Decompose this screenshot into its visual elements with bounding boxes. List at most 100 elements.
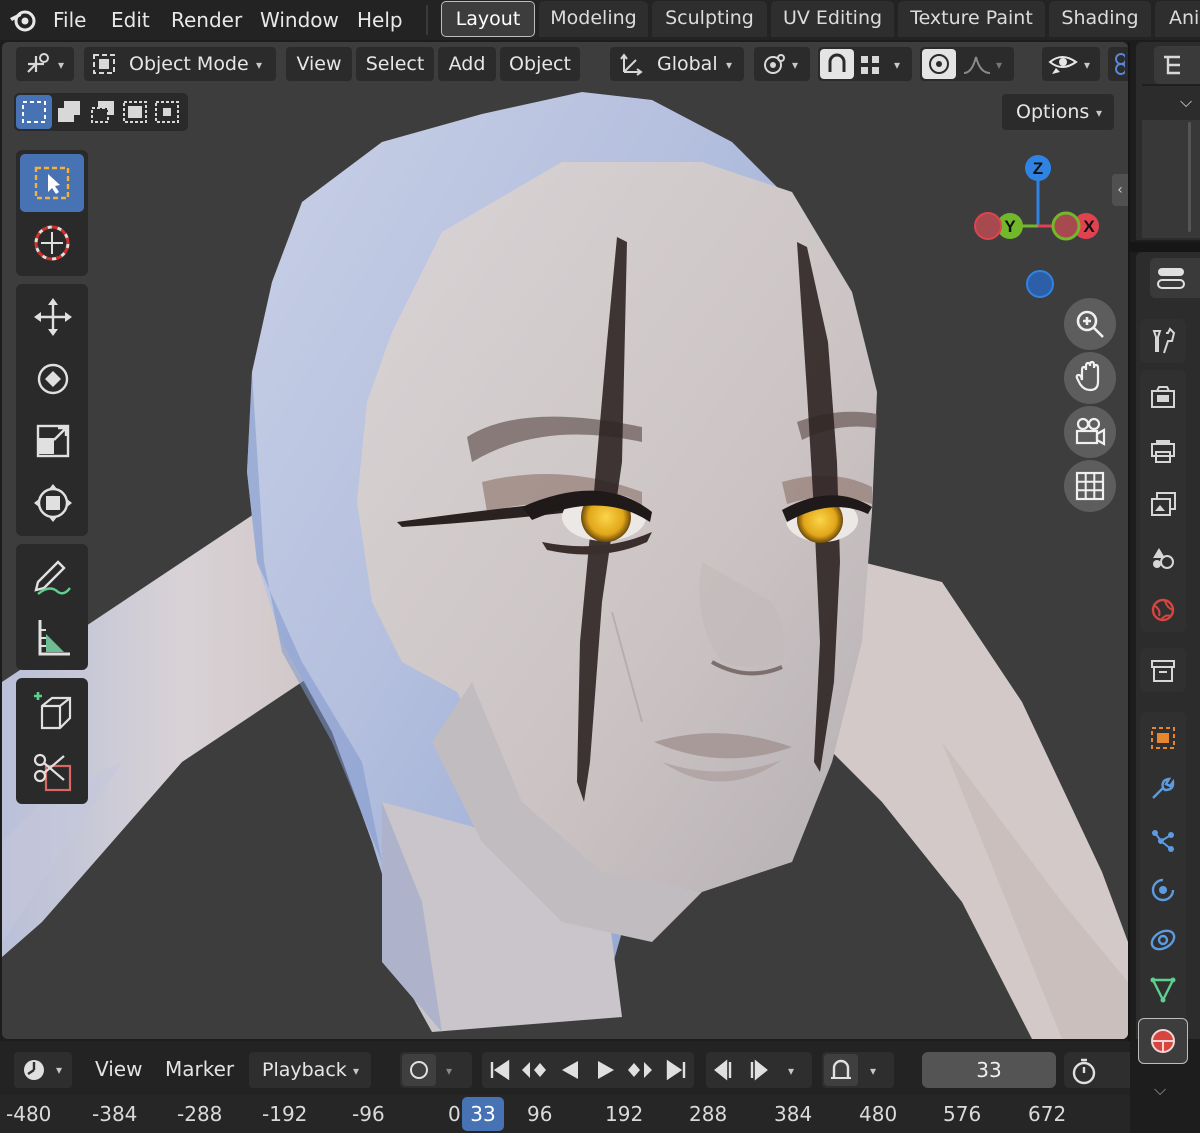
snap-toggle-button[interactable]: [820, 49, 854, 79]
timeline-editor-type-dropdown[interactable]: ▾: [14, 1052, 72, 1088]
tool-select-box[interactable]: [20, 154, 84, 212]
viewport-menu-object[interactable]: Object: [500, 47, 580, 81]
tab-modeling[interactable]: Modeling: [539, 1, 648, 37]
outliner-list[interactable]: [1142, 120, 1200, 238]
tool-cursor[interactable]: [20, 214, 84, 272]
prop-tab-scene[interactable]: [1140, 535, 1186, 579]
viewport-menu-view[interactable]: View: [286, 47, 352, 81]
snapping-group: ▾: [818, 47, 912, 81]
chevron-down-icon: ▾: [894, 58, 901, 72]
viewport-menu-add[interactable]: Add: [438, 47, 496, 81]
prop-tab-physics[interactable]: [1140, 868, 1186, 912]
timeline-menu-marker[interactable]: Marker: [165, 1057, 234, 1081]
tab-layout[interactable]: Layout: [441, 1, 535, 37]
select-mode-set-button[interactable]: [16, 95, 52, 129]
tool-knife[interactable]: [20, 744, 84, 802]
zoom-button[interactable]: [1064, 298, 1116, 350]
playback-dropdown[interactable]: Playback ▾: [249, 1052, 371, 1088]
timeline-menu-view[interactable]: View: [95, 1057, 142, 1081]
prop-tab-render[interactable]: [1140, 376, 1186, 420]
jump-start-icon[interactable]: [488, 1059, 512, 1081]
chevron-down-icon: ▾: [1084, 58, 1091, 72]
scroll-down-chevron-icon[interactable]: ⌵: [1154, 1080, 1166, 1100]
gizmo-y-neg-handle[interactable]: [974, 212, 1002, 240]
menu-render[interactable]: Render: [171, 6, 242, 34]
properties-editor-type-button[interactable]: [1150, 258, 1200, 298]
options-dropdown[interactable]: Options ▾: [1002, 94, 1114, 130]
tool-add-cube[interactable]: [20, 682, 84, 740]
prop-tab-output[interactable]: [1140, 429, 1186, 473]
prop-tab-object[interactable]: [1140, 716, 1186, 760]
prev-frame-icon[interactable]: [712, 1059, 740, 1081]
falloff-curve-icon[interactable]: [962, 53, 992, 75]
tool-move[interactable]: [20, 288, 84, 346]
properties-editor-strip: ⌵ ⌵: [1130, 42, 1200, 1099]
outliner-editor-type-button[interactable]: [1154, 46, 1200, 84]
next-frame-icon[interactable]: [746, 1059, 774, 1081]
pivot-point-dropdown[interactable]: ▾: [754, 47, 810, 81]
menu-file[interactable]: File: [53, 6, 86, 34]
timeline-snap-button[interactable]: [824, 1054, 858, 1086]
viewport-menu-select[interactable]: Select: [356, 47, 434, 81]
prop-tab-particles[interactable]: [1140, 818, 1186, 862]
playhead-frame-indicator[interactable]: 33: [462, 1097, 504, 1131]
tool-scale[interactable]: [20, 412, 84, 470]
jump-prev-keyframe-icon[interactable]: [520, 1059, 548, 1081]
tab-shading[interactable]: Shading: [1049, 1, 1151, 37]
jump-end-icon[interactable]: [664, 1059, 688, 1081]
mode-dropdown[interactable]: Object Mode ▾: [84, 47, 276, 81]
tool-icon: [1152, 327, 1176, 354]
output-icon: [1151, 440, 1175, 463]
menu-window[interactable]: Window: [260, 6, 339, 34]
prop-tab-constraints[interactable]: [1140, 918, 1186, 962]
sidebar-toggle-arrow-icon[interactable]: ‹: [1112, 174, 1128, 206]
menu-help[interactable]: Help: [357, 6, 403, 34]
proportional-edit-button[interactable]: [922, 49, 956, 79]
tab-animation[interactable]: Ani: [1155, 1, 1200, 37]
select-invert-icon[interactable]: [122, 100, 148, 124]
gizmo-z-neg-handle[interactable]: [1026, 270, 1054, 298]
visibility-dropdown[interactable]: ▾: [1042, 47, 1100, 81]
ortho-toggle-button[interactable]: [1064, 460, 1116, 512]
select-intersect-icon[interactable]: [154, 100, 180, 124]
prop-tab-tool[interactable]: [1140, 319, 1186, 363]
prop-tab-data[interactable]: [1140, 968, 1186, 1012]
tool-rotate[interactable]: [20, 350, 84, 408]
play-icon[interactable]: [594, 1059, 618, 1081]
tab-uv-editing[interactable]: UV Editing: [771, 1, 894, 37]
blender-logo-icon[interactable]: [8, 6, 38, 34]
prop-tab-collection[interactable]: [1140, 648, 1186, 692]
snap-increment-icon[interactable]: [860, 55, 882, 75]
auto-keying-button[interactable]: [402, 1054, 436, 1086]
editor-type-dropdown[interactable]: ▾: [16, 47, 74, 81]
prop-tab-modifier[interactable]: [1140, 767, 1186, 811]
prop-tab-view-layer[interactable]: [1140, 482, 1186, 526]
tool-transform[interactable]: [20, 474, 84, 532]
prop-tab-world[interactable]: [1140, 588, 1186, 632]
transform-orientation-dropdown[interactable]: Global ▾: [610, 47, 744, 81]
3d-viewport[interactable]: ▾ Object Mode ▾ View Select Add Object G…: [2, 42, 1128, 1039]
jump-next-keyframe-icon[interactable]: [626, 1059, 654, 1081]
playback-timer-button[interactable]: [1064, 1052, 1130, 1088]
gizmo-x-neg-handle[interactable]: [1051, 211, 1081, 241]
area-divider[interactable]: [1130, 242, 1200, 252]
tab-texture-paint[interactable]: Texture Paint: [898, 1, 1045, 37]
prop-tab-material[interactable]: [1138, 1018, 1188, 1064]
menu-edit[interactable]: Edit: [111, 6, 150, 34]
outliner-scrollbar[interactable]: [1188, 122, 1191, 232]
tool-annotate[interactable]: [20, 548, 84, 606]
pan-button[interactable]: [1064, 352, 1116, 404]
play-reverse-icon[interactable]: [558, 1059, 582, 1081]
measure-icon: [38, 620, 70, 656]
top-menubar: File Edit Render Window Help Layout Mode…: [0, 0, 1200, 40]
select-subtract-icon[interactable]: [90, 100, 116, 124]
current-frame-field[interactable]: 33: [922, 1052, 1056, 1088]
navigation-gizmo[interactable]: Z X Y: [968, 150, 1108, 300]
particles-icon: [1152, 830, 1174, 852]
select-extend-icon[interactable]: [56, 100, 82, 124]
tab-sculpting[interactable]: Sculpting: [652, 1, 767, 37]
tool-measure[interactable]: [20, 610, 84, 668]
camera-view-button[interactable]: [1064, 406, 1116, 458]
chevron-down-icon[interactable]: ⌵: [1180, 92, 1192, 112]
viewport-overlays-button[interactable]: [1108, 47, 1128, 81]
